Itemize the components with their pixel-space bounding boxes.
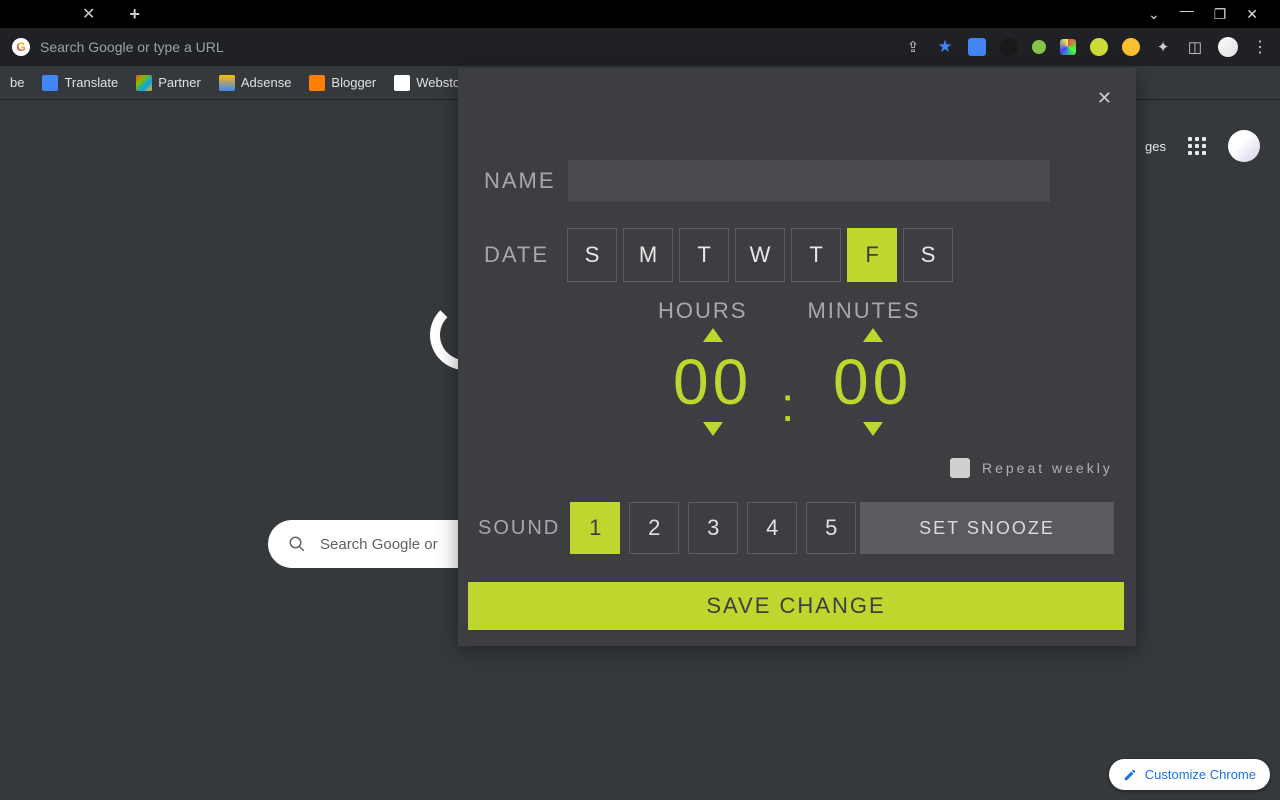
profile-avatar[interactable]	[1218, 37, 1238, 57]
extension-icon-1[interactable]	[968, 38, 986, 56]
name-label: NAME	[484, 168, 556, 194]
new-tab-button[interactable]: +	[129, 4, 140, 25]
minutes-up-button[interactable]	[863, 328, 883, 342]
repeat-weekly-checkbox[interactable]	[950, 458, 970, 478]
day-6[interactable]: S	[903, 228, 953, 282]
search-icon	[288, 535, 306, 553]
extension-icon-6[interactable]	[1122, 38, 1140, 56]
pencil-icon	[1123, 768, 1137, 782]
close-icon[interactable]: ✕	[1097, 88, 1112, 109]
google-icon: G	[12, 38, 30, 56]
chevron-down-icon[interactable]: ⌄	[1148, 6, 1160, 23]
minimize-icon[interactable]: —	[1180, 2, 1194, 19]
day-selector: SMTWTFS	[567, 228, 953, 282]
save-button[interactable]: SAVE CHANGE	[468, 582, 1124, 630]
hours-down-button[interactable]	[703, 422, 723, 436]
day-5[interactable]: F	[847, 228, 897, 282]
sound-selector: 12345	[570, 502, 856, 554]
sound-option-2[interactable]: 2	[629, 502, 679, 554]
extension-icon-4[interactable]	[1060, 39, 1076, 55]
omnibox-input[interactable]: Search Google or type a URL	[40, 39, 224, 55]
day-2[interactable]: T	[679, 228, 729, 282]
extension-icon-5[interactable]	[1090, 38, 1108, 56]
hours-label: HOURS	[658, 298, 747, 324]
date-label: DATE	[484, 242, 549, 268]
bookmark-item[interactable]: Translate	[42, 75, 118, 91]
bookmark-item[interactable]: Partner	[136, 75, 201, 91]
set-snooze-button[interactable]: SET SNOOZE	[860, 502, 1114, 554]
day-4[interactable]: T	[791, 228, 841, 282]
day-3[interactable]: W	[735, 228, 785, 282]
menu-icon[interactable]: ⋮	[1252, 37, 1268, 57]
bookmark-item[interactable]: Blogger	[309, 75, 376, 91]
time-colon: :	[781, 378, 794, 433]
ntp-link[interactable]: ges	[1145, 139, 1166, 154]
extension-icon-3[interactable]	[1032, 40, 1046, 54]
sound-option-4[interactable]: 4	[747, 502, 797, 554]
bookmark-item[interactable]: be	[10, 75, 24, 90]
apps-grid-icon[interactable]	[1188, 137, 1206, 155]
minutes-value: 00	[833, 350, 912, 414]
sound-option-3[interactable]: 3	[688, 502, 738, 554]
hours-value: 00	[673, 350, 752, 414]
repeat-weekly-label: Repeat weekly	[982, 460, 1113, 476]
name-input[interactable]	[568, 160, 1050, 202]
bookmark-item[interactable]: Adsense	[219, 75, 292, 91]
extension-icon-2[interactable]	[1000, 38, 1018, 56]
day-1[interactable]: M	[623, 228, 673, 282]
sidepanel-icon[interactable]: ◫	[1186, 38, 1204, 56]
alarm-popup: ✕ NAME DATE SMTWTFS HOURS MINUTES 00 : 0…	[458, 68, 1136, 646]
extensions-icon[interactable]: ✦	[1154, 38, 1172, 56]
sound-label: SOUND	[478, 517, 560, 540]
customize-chrome-button[interactable]: Customize Chrome	[1109, 759, 1270, 790]
day-0[interactable]: S	[567, 228, 617, 282]
maximize-icon[interactable]: ❐	[1214, 6, 1227, 23]
omnibox-row: G Search Google or type a URL ⇪ ★ ✦ ◫ ⋮	[0, 28, 1280, 66]
sound-option-5[interactable]: 5	[806, 502, 856, 554]
minutes-down-button[interactable]	[863, 422, 883, 436]
share-icon[interactable]: ⇪	[904, 38, 922, 56]
hours-up-button[interactable]	[703, 328, 723, 342]
sound-option-1[interactable]: 1	[570, 502, 620, 554]
minutes-label: MINUTES	[807, 298, 920, 324]
bookmark-star-icon[interactable]: ★	[936, 38, 954, 56]
account-avatar[interactable]	[1228, 130, 1260, 162]
tab-close-icon[interactable]: ✕	[82, 4, 95, 24]
window-titlebar: ✕ + ⌄ — ❐ ✕	[0, 0, 1280, 28]
close-window-icon[interactable]: ✕	[1246, 6, 1258, 23]
